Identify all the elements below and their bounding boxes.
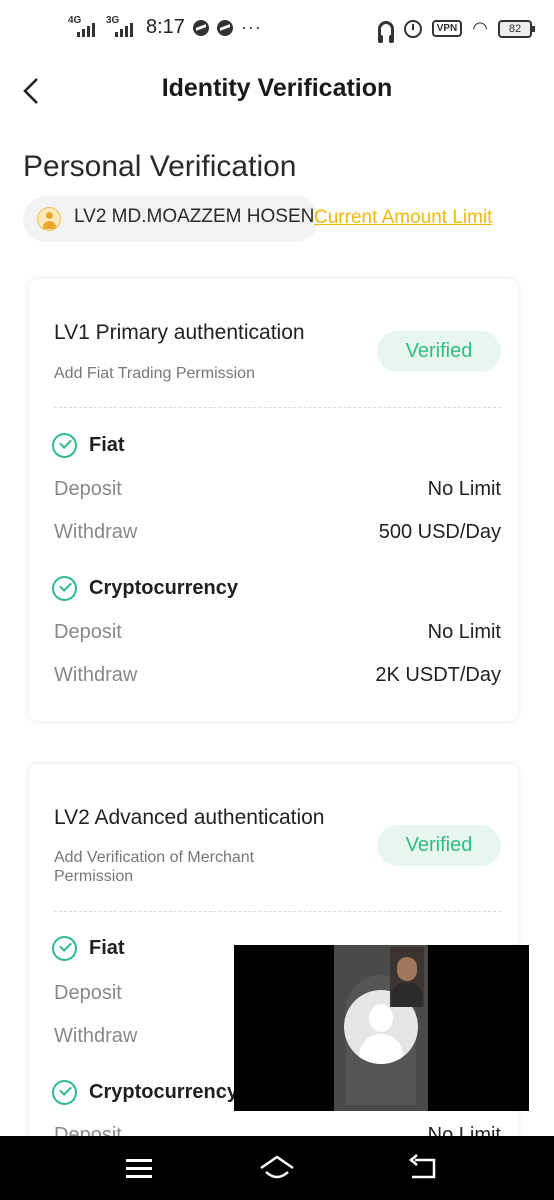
- back-nav-icon[interactable]: [401, 1150, 441, 1186]
- page-title: Identity Verification: [161, 74, 393, 102]
- menu-icon[interactable]: [120, 1150, 160, 1186]
- current-amount-limit-link[interactable]: Current Amount Limit: [314, 207, 492, 229]
- system-navigation-bar: [0, 1136, 554, 1200]
- user-name: LV2 MD.MOAZZEM HOSEN: [74, 206, 315, 227]
- row-label: Deposit: [54, 621, 122, 643]
- clock: 8:17: [146, 16, 185, 38]
- section-title: Personal Verification: [23, 150, 297, 183]
- more-notifications-icon: ···: [240, 17, 262, 37]
- verified-badge: Verified: [377, 331, 501, 372]
- group-name: Cryptocurrency: [89, 576, 238, 599]
- check-circle-icon: [52, 1079, 77, 1105]
- group-name: Cryptocurrency: [89, 1080, 238, 1103]
- group-header-fiat: Fiat: [52, 431, 125, 459]
- row-label: Withdraw: [54, 664, 138, 686]
- battery-icon: 82: [498, 19, 535, 38]
- user-level-chip: LV2 MD.MOAZZEM HOSEN: [23, 196, 319, 242]
- row-label: Withdraw: [54, 521, 138, 543]
- card-title: LV1 Primary authentication: [54, 321, 305, 344]
- divider: [54, 911, 501, 912]
- row-label: Withdraw: [54, 1025, 138, 1047]
- signal-4g-icon: 4G: [68, 15, 98, 39]
- vpn-icon: VPN: [431, 20, 463, 37]
- group-name: Fiat: [89, 433, 125, 456]
- floating-video-call-window[interactable]: [234, 945, 529, 1111]
- home-icon[interactable]: [257, 1150, 297, 1186]
- row-value: 500 USD/Day: [378, 521, 501, 543]
- status-left: 4G 3G 8:17 ···: [68, 15, 262, 39]
- group-header-fiat: Fiat: [52, 934, 125, 962]
- check-circle-icon: [52, 935, 77, 961]
- headphones-icon: [377, 20, 394, 43]
- check-circle-icon: [52, 432, 77, 458]
- row-value: No Limit: [427, 621, 501, 643]
- row-value: No Limit: [427, 478, 501, 500]
- card-subtitle: Add Verification of Merchant Permission: [54, 849, 255, 885]
- divider: [54, 407, 501, 408]
- group-header-cryptocurrency: Cryptocurrency: [52, 574, 238, 602]
- self-camera-thumbnail[interactable]: [390, 947, 424, 1007]
- lv1-verification-card: LV1 Primary authentication Add Fiat Trad…: [29, 279, 518, 721]
- card-title: LV2 Advanced authentication: [54, 806, 325, 829]
- messenger-icon: [216, 19, 233, 36]
- wifi-icon: ◠: [472, 18, 488, 38]
- messenger-icon: [192, 19, 209, 36]
- status-right: VPN ◠ 82: [377, 18, 535, 43]
- user-avatar-icon: [37, 207, 61, 231]
- group-header-cryptocurrency: Cryptocurrency: [52, 1078, 238, 1106]
- app-header: Identity Verification: [0, 60, 554, 120]
- check-circle-icon: [52, 575, 77, 601]
- status-bar: 4G 3G 8:17 ··· VPN ◠ 82: [0, 0, 554, 60]
- row-label: Deposit: [54, 982, 122, 1004]
- card-subtitle: Add Fiat Trading Permission: [54, 365, 255, 382]
- alarm-icon: [403, 19, 422, 38]
- group-name: Fiat: [89, 936, 125, 959]
- signal-3g-icon: 3G: [106, 15, 136, 39]
- row-label: Deposit: [54, 478, 122, 500]
- verified-badge: Verified: [377, 825, 501, 866]
- row-value: 2K USDT/Day: [375, 664, 501, 686]
